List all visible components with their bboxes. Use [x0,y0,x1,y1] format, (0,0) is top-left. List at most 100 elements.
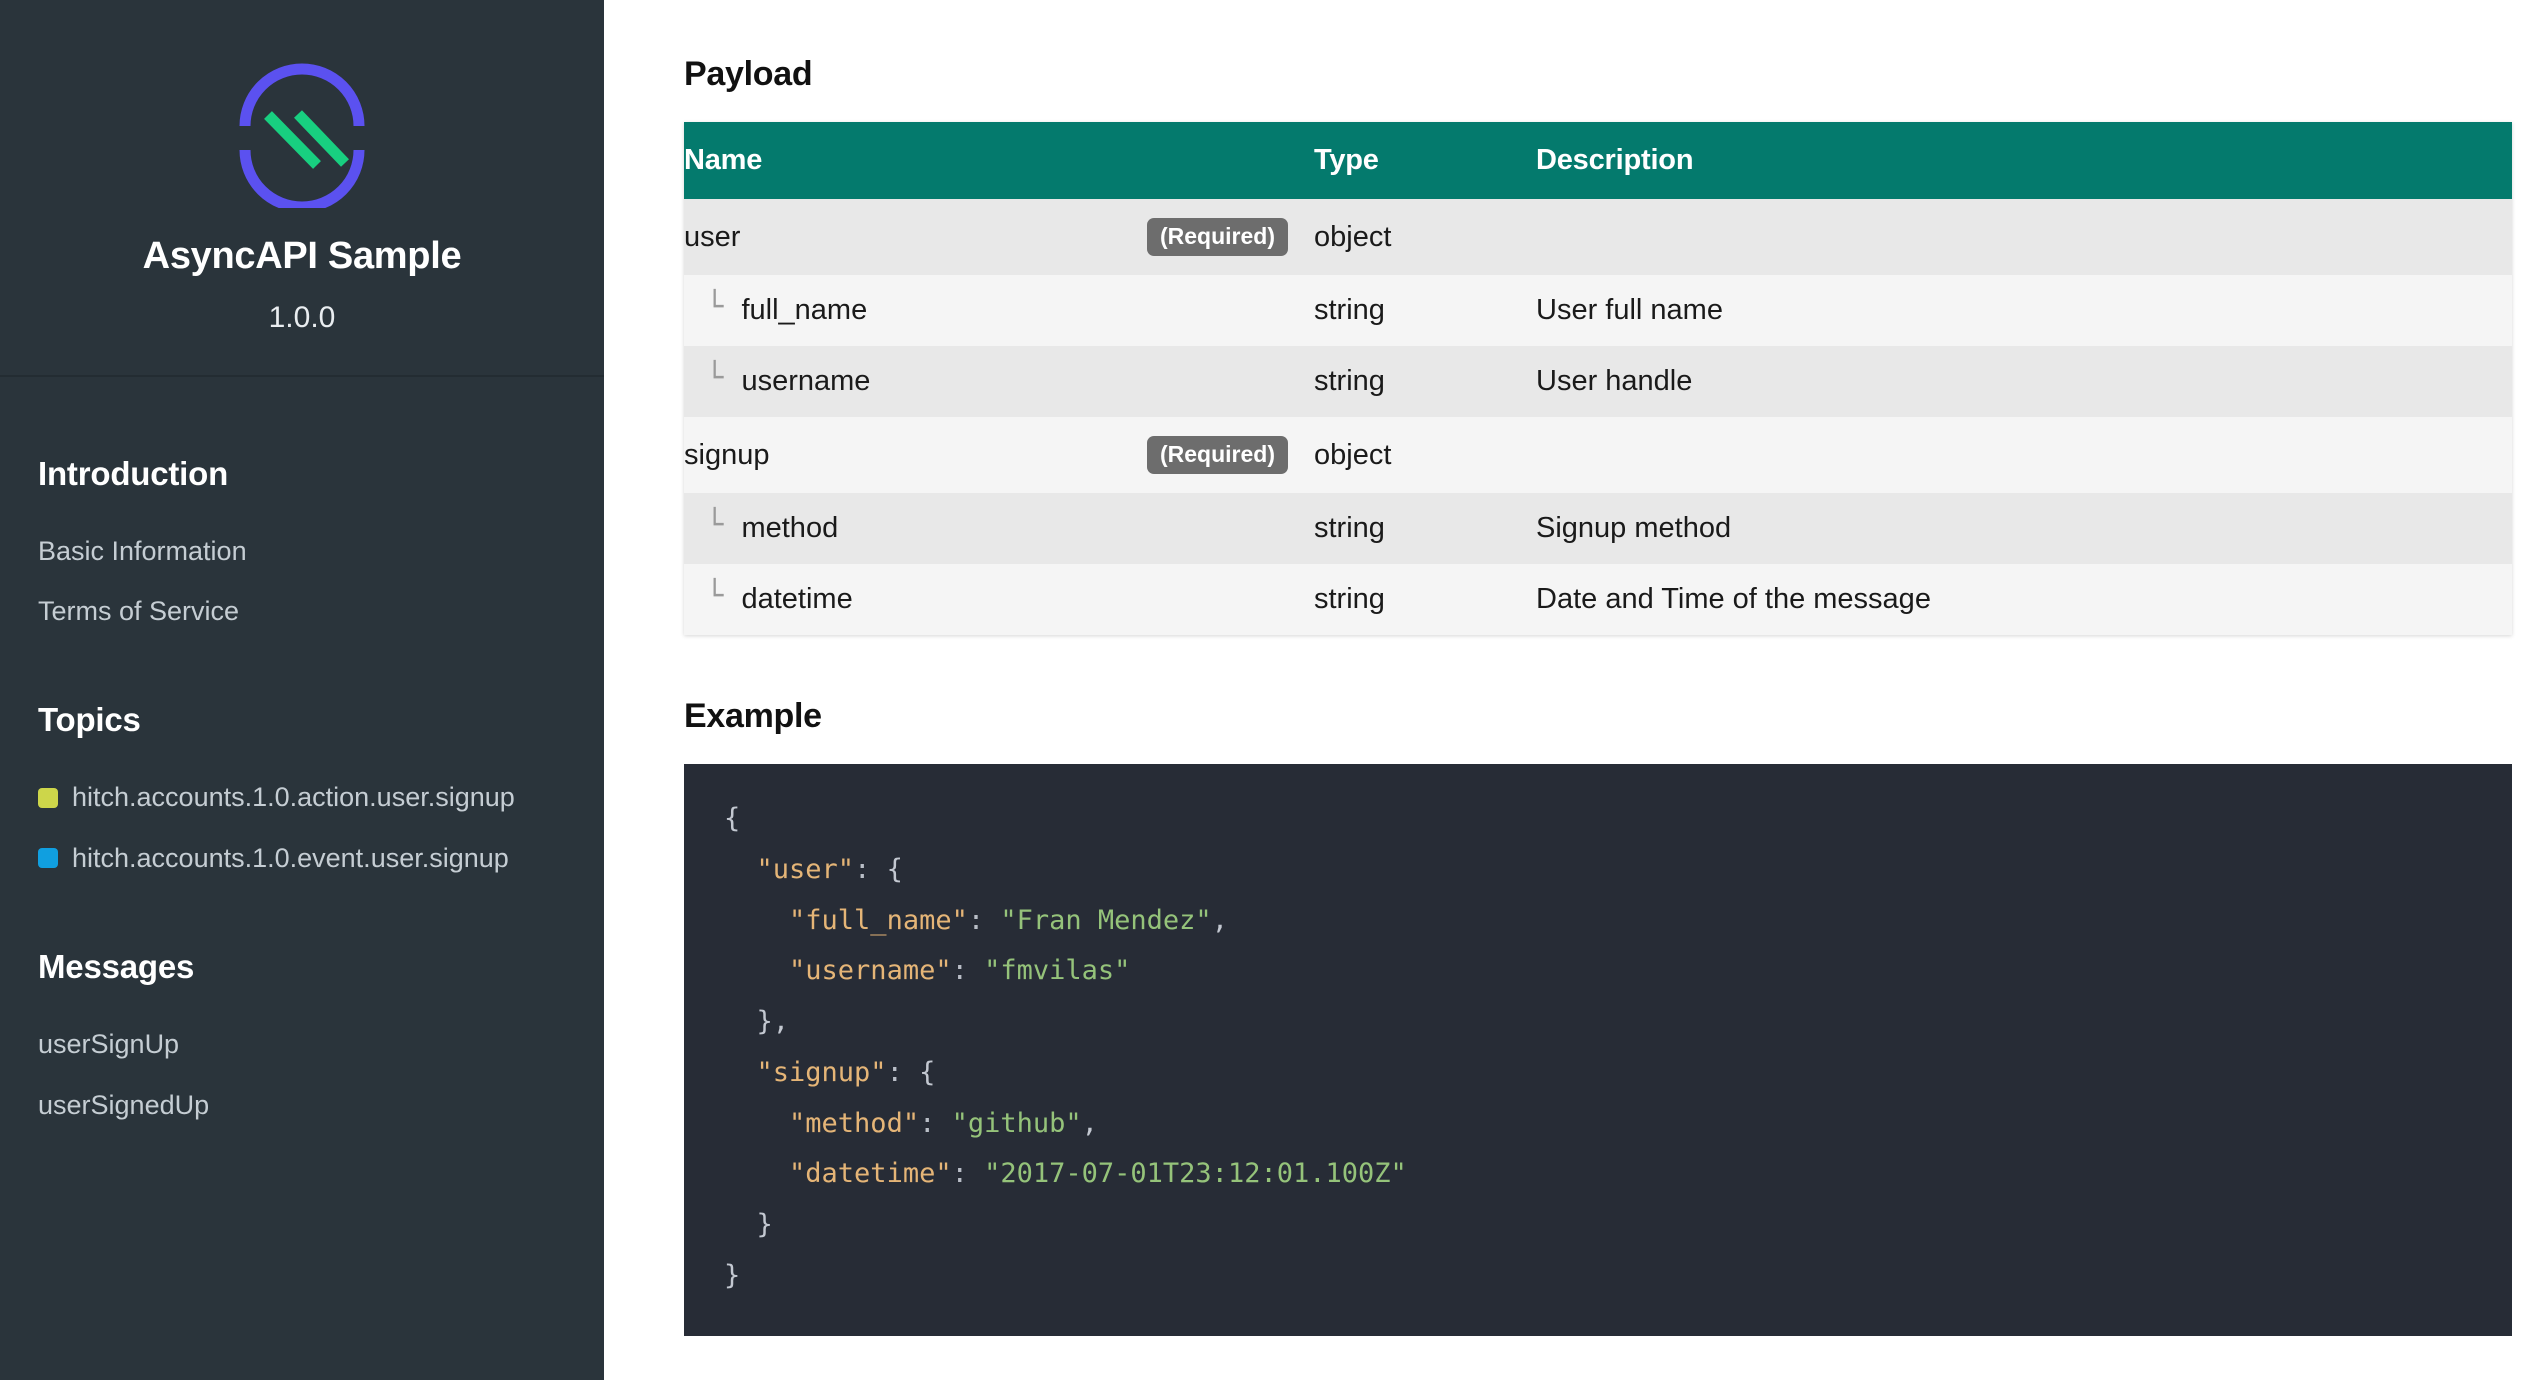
cell-type: string [1314,365,1385,397]
code-token-punct [724,1057,757,1088]
code-token-string: "2017-07-01T23:12:01.100Z" [984,1158,1407,1190]
topic-action-dot-icon [38,787,58,808]
code-token-punct: { [886,853,903,885]
example-code-block: { "user": { "full_name": "Fran Mendez", … [684,764,2512,1336]
tree-connector-icon: └ [706,507,724,541]
required-badge: (Required) [1147,218,1288,256]
cell-description: User full name [1536,294,1723,326]
code-line: "signup": { [724,1048,2472,1099]
cell-name: └ username [684,346,1314,417]
column-header-description: Description [1536,122,2512,199]
example-title: Example [684,697,822,735]
cell-description: User handle [1536,365,1693,397]
table-row: └ datetime string Date and Time of the mess… [684,564,2512,635]
table-row: └ full_name string User full name [684,275,2512,346]
code-line: "full_name": "Fran Mendez", [724,896,2472,947]
brand-header: AsyncAPI Sample 1.0.0 [0,0,604,377]
sidebar: AsyncAPI Sample 1.0.0 Introduction Basic… [0,0,604,1380]
sidebar-item-label: Terms of Service [38,596,240,627]
sidebar-item-basic-information[interactable]: Basic Information [0,521,604,581]
code-line: "datetime": "2017-07-01T23:12:01.100Z" [724,1149,2472,1200]
cell-type: object [1314,438,1392,471]
sidebar-item-label: hitch.accounts.1.0.event.user.signup [72,842,509,873]
sidebar-item-label: userSignUp [38,1029,180,1060]
payload-title: Payload [684,55,813,93]
asyncapi-logo-icon [217,38,387,213]
code-token-key: "user" [756,853,855,885]
code-line: }, [724,997,2472,1048]
nav-section-topics: Topics hitch.accounts.1.0.action.user.si… [0,701,604,888]
brand-version: 1.0.0 [268,300,336,334]
main-content: Payload Name Type Description user (Requi… [604,0,2538,1380]
sidebar-item-topic-event-user-signup[interactable]: hitch.accounts.1.0.event.user.signup [0,828,604,888]
sidebar-item-message-usersignedup[interactable]: userSignedUp [0,1075,604,1135]
sidebar-item-label: userSignedUp [38,1089,210,1120]
cell-name: └ datetime [684,564,1314,635]
sidebar-item-topic-action-user-signup[interactable]: hitch.accounts.1.0.action.user.signup [0,767,604,827]
nav-heading-topics: Topics [38,701,141,739]
code-line: } [724,1200,2472,1251]
column-header-name: Name [684,122,1314,199]
column-header-type: Type [1314,122,1536,199]
nav-heading-introduction: Introduction [38,454,229,492]
nav-list-messages: userSignUp userSignedUp [0,1014,604,1135]
cell-description [1536,199,2512,275]
code-token-key: "datetime" [789,1158,952,1190]
code-token-key: "signup" [756,1056,887,1088]
cell-type: string [1314,583,1385,615]
table-row: user (Required) object [684,199,2512,275]
code-line: { [724,794,2472,845]
sidebar-item-message-usersignup[interactable]: userSignUp [0,1014,604,1074]
code-token-key: "username" [789,955,952,987]
sidebar-item-label: Basic Information [38,535,247,566]
brand-title: AsyncAPI Sample [142,235,462,277]
code-token-key: "full_name" [789,904,968,936]
code-token-punct: , [1081,1107,1098,1139]
code-token-key: "method" [789,1107,920,1139]
sidebar-nav: Introduction Basic Information Terms of … [0,377,604,1136]
code-line: "username": "fmvilas" [724,946,2472,997]
code-token-punct: } [724,1259,741,1291]
property-name: full_name [741,294,868,326]
asyncapi-logo-svg [239,63,365,213]
code-token-colon: : [854,853,887,885]
code-token-colon: : [919,1107,952,1139]
cell-name: └ full_name [684,275,1314,346]
payload-header-row: Name Type Description [684,122,2512,199]
nav-heading-messages: Messages [38,948,195,986]
property-name: signup [684,438,770,471]
code-token-punct: } [724,1209,773,1240]
cell-type: object [1314,220,1392,253]
cell-type: string [1314,512,1385,544]
code-line: } [724,1251,2472,1302]
code-token-punct [724,955,789,986]
table-row: └ username string User handle [684,346,2512,417]
nav-list-topics: hitch.accounts.1.0.action.user.signup hi… [0,767,604,888]
property-name: method [741,512,839,544]
cell-name: user (Required) [684,199,1314,275]
cell-type: string [1314,294,1385,326]
topic-event-dot-icon [38,848,58,869]
table-row: └ method string Signup method [684,493,2512,564]
code-token-colon: : [951,1158,985,1190]
code-token-colon: : [951,955,985,987]
code-token-punct [724,905,789,936]
nav-section-introduction: Introduction Basic Information Terms of … [0,455,604,642]
cell-name: └ method [684,493,1314,564]
cell-name: signup (Required) [684,417,1314,493]
app-root: AsyncAPI Sample 1.0.0 Introduction Basic… [0,0,2538,1380]
code-token-string: "Fran Mendez" [1000,904,1212,936]
code-line: "method": "github", [724,1099,2472,1150]
sidebar-item-label: hitch.accounts.1.0.action.user.signup [72,782,515,813]
code-token-colon: : [886,1056,920,1088]
tree-connector-icon: └ [706,578,724,612]
code-token-punct [724,1108,789,1139]
code-token-colon: : [967,904,1001,936]
property-name: user [684,220,741,253]
tree-connector-icon: └ [706,289,724,323]
code-line: "user": { [724,845,2472,896]
nav-list-introduction: Basic Information Terms of Service [0,521,604,642]
cell-description: Date and Time of the message [1536,583,1931,615]
sidebar-item-terms-of-service[interactable]: Terms of Service [0,581,604,641]
property-name: username [741,365,871,397]
